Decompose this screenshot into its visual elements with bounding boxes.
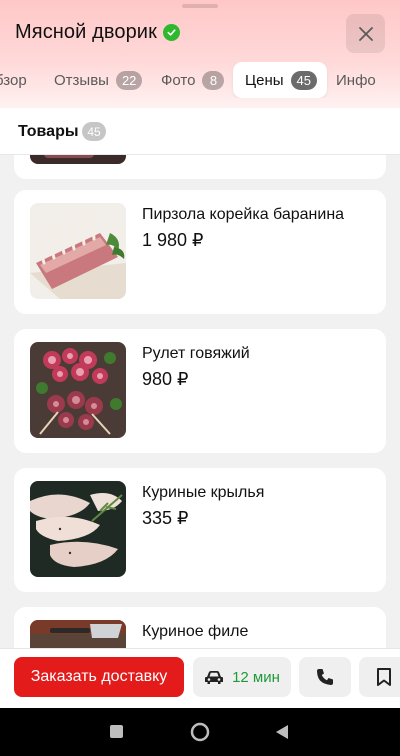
tab-reviews[interactable]: Отзывы 22	[54, 62, 143, 98]
product-name: Куриные крылья	[142, 484, 265, 501]
product-card[interactable]	[14, 155, 386, 179]
drag-handle[interactable]	[182, 4, 218, 8]
tab-bar: бзор Отзывы 22 Фото 8 Цены 45 Инфо	[0, 62, 400, 98]
bookmark-icon	[377, 668, 391, 686]
place-header: Мясной дворик бзор Отзывы 22 Фото 8 Цены…	[0, 0, 400, 108]
tab-count-badge: 8	[202, 70, 225, 90]
tab-info[interactable]: Инфо	[336, 62, 376, 98]
call-button[interactable]	[299, 657, 351, 697]
action-bar: Заказать доставку 12 мин	[0, 648, 400, 708]
title-row: Мясной дворик	[15, 21, 180, 44]
home-icon[interactable]	[190, 722, 210, 742]
product-card[interactable]: Рулет говяжий 980 ₽	[14, 329, 386, 453]
tab-overview[interactable]: бзор	[0, 62, 27, 98]
section-title: Товары	[18, 123, 79, 140]
product-name: Куриное филе	[142, 623, 249, 640]
verified-check-icon	[162, 24, 180, 41]
product-card[interactable]: Куриное филе	[14, 607, 386, 648]
tab-label: Отзывы	[54, 71, 109, 89]
product-card[interactable]: Пирзола корейка баранина 1 980 ₽	[14, 190, 386, 314]
tab-count-badge: 45	[290, 70, 317, 90]
section-header: Товары 45	[0, 108, 400, 155]
product-image	[30, 620, 126, 648]
section-count-badge: 45	[82, 122, 106, 141]
tab-label: Фото	[161, 71, 196, 89]
back-icon[interactable]	[275, 724, 289, 740]
product-price: 335 ₽	[142, 508, 189, 528]
product-price: 1 980 ₽	[142, 230, 204, 250]
product-image	[30, 342, 126, 438]
product-name: Пирзола корейка баранина	[142, 206, 345, 223]
product-name: Рулет говяжий	[142, 345, 250, 362]
close-button[interactable]	[346, 14, 385, 53]
close-icon	[358, 26, 373, 41]
car-icon	[205, 671, 224, 684]
place-title: Мясной дворик	[15, 21, 157, 43]
eta-text: 12 мин	[232, 668, 280, 686]
order-delivery-button[interactable]: Заказать доставку	[14, 657, 184, 697]
tab-count-badge: 22	[115, 70, 143, 90]
tab-label: Инфо	[336, 71, 376, 89]
tab-photos[interactable]: Фото 8	[161, 62, 225, 98]
product-image	[30, 481, 126, 577]
bookmark-button[interactable]	[359, 657, 400, 697]
product-price: 980 ₽	[142, 369, 189, 389]
route-eta-button[interactable]: 12 мин	[193, 657, 291, 697]
recent-apps-icon[interactable]	[110, 725, 123, 738]
product-card[interactable]: Куриные крылья 335 ₽	[14, 468, 386, 592]
product-image	[30, 155, 126, 164]
order-delivery-label: Заказать доставку	[30, 668, 168, 685]
tab-label: бзор	[0, 71, 27, 89]
phone-icon	[317, 669, 333, 685]
tab-label: Цены	[245, 71, 284, 89]
system-nav-bar	[0, 708, 400, 756]
product-list[interactable]: Пирзола корейка баранина 1 980 ₽ Рулет г…	[0, 155, 400, 648]
tab-prices[interactable]: Цены 45	[233, 62, 327, 98]
product-image	[30, 203, 126, 299]
